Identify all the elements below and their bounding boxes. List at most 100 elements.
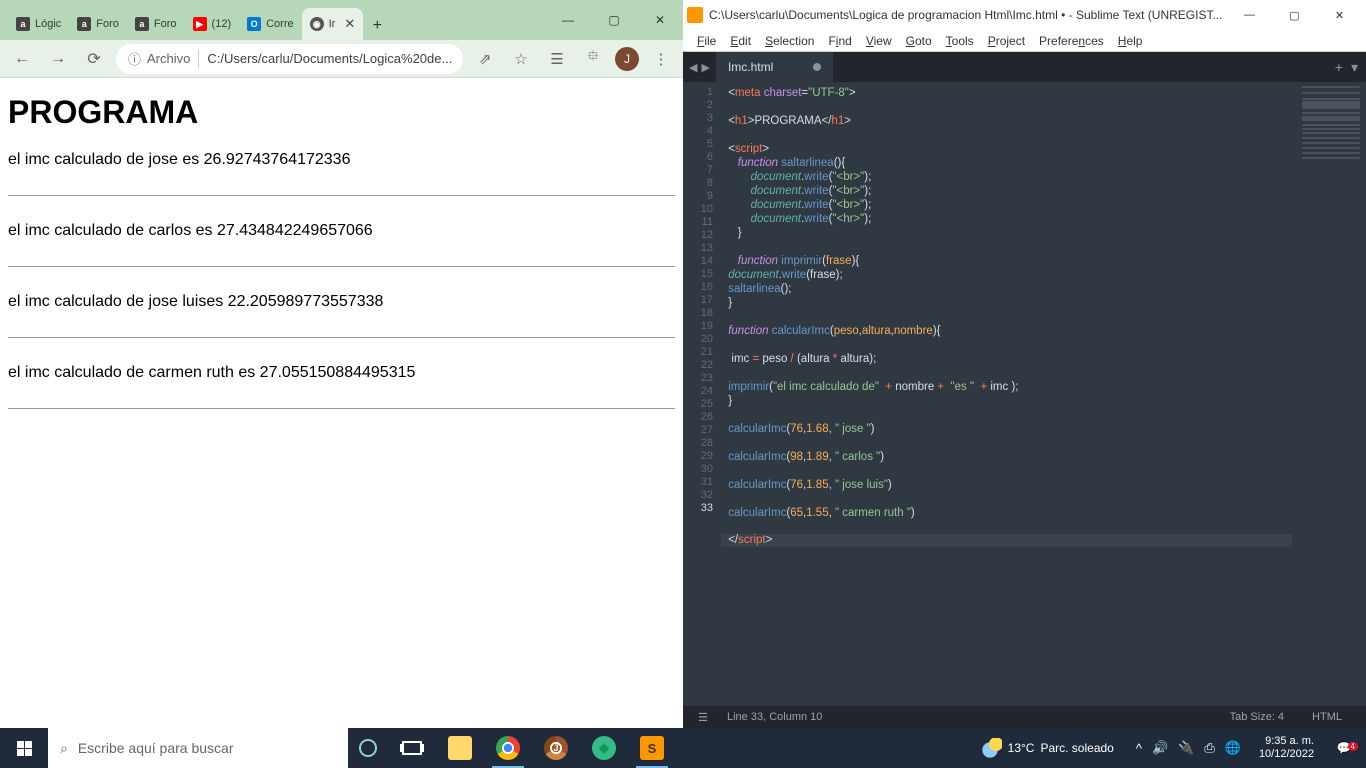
menu-find[interactable]: Find bbox=[822, 32, 857, 50]
new-tab-button[interactable]: + bbox=[363, 12, 391, 40]
explorer-app[interactable] bbox=[436, 728, 484, 768]
browser-tab[interactable]: aLógic bbox=[8, 8, 69, 40]
dirty-indicator-icon bbox=[813, 63, 821, 71]
info-icon: ⓘ bbox=[128, 49, 141, 68]
weather-icon bbox=[982, 738, 1002, 758]
taskbar-search[interactable]: ⌕ Escribe aquí para buscar bbox=[48, 728, 348, 768]
browser-tab[interactable]: aForo bbox=[127, 8, 185, 40]
tab-menu-icon[interactable]: ▾ bbox=[1351, 59, 1358, 76]
weather-widget[interactable]: 13°C Parc. soleado bbox=[972, 738, 1124, 758]
output-line: el imc calculado de carmen ruth es 27.05… bbox=[8, 364, 675, 382]
chrome-profile-app[interactable] bbox=[532, 728, 580, 768]
menu-goto[interactable]: Goto bbox=[900, 32, 938, 50]
cortana-icon bbox=[359, 739, 377, 757]
url-text: C:/Users/carlu/Documents/Logica%20de... bbox=[207, 51, 452, 66]
taskview-button[interactable] bbox=[388, 728, 436, 768]
chrome-window: aLógic aForo aForo ▶(12) OCorre ◉Ir✕ + —… bbox=[0, 0, 683, 728]
tray-display-icon[interactable]: ⎙ bbox=[1204, 740, 1214, 756]
tray-chevron-icon[interactable]: ^ bbox=[1136, 741, 1142, 756]
app-icon: ◆ bbox=[592, 736, 616, 760]
favicon-icon: a bbox=[135, 17, 149, 31]
line-gutter: 1234567891011121314151617181920212223242… bbox=[683, 82, 721, 706]
notification-badge: 4 bbox=[1348, 742, 1358, 751]
notification-center[interactable]: 💬 4 bbox=[1326, 741, 1362, 755]
tray-network-icon[interactable]: 🌐 bbox=[1225, 740, 1241, 756]
reload-button[interactable]: ⟳ bbox=[80, 45, 108, 73]
tray-power-icon[interactable]: 🔌 bbox=[1178, 740, 1194, 756]
window-controls: — ▢ ✕ bbox=[545, 0, 683, 40]
status-language[interactable]: HTML bbox=[1298, 711, 1356, 723]
more-icon[interactable]: ⋮ bbox=[647, 45, 675, 73]
start-button[interactable] bbox=[0, 728, 48, 768]
outlook-icon: O bbox=[247, 17, 261, 31]
new-tab-icon[interactable]: + bbox=[1335, 59, 1343, 75]
maximize-button[interactable]: ▢ bbox=[1272, 0, 1317, 30]
forward-button[interactable]: → bbox=[44, 45, 72, 73]
output-line: el imc calculado de jose luises 22.20598… bbox=[8, 293, 675, 311]
sublime-window: C:\Users\carlu\Documents\Logica de progr… bbox=[683, 0, 1366, 728]
minimize-button[interactable]: — bbox=[545, 0, 591, 40]
close-button[interactable]: ✕ bbox=[1317, 0, 1362, 30]
chrome-icon bbox=[496, 736, 520, 760]
sublime-app[interactable]: S bbox=[628, 728, 676, 768]
editor-body: 1234567891011121314151617181920212223242… bbox=[683, 82, 1366, 706]
clock-date: 10/12/2022 bbox=[1259, 748, 1314, 761]
menu-selection[interactable]: Selection bbox=[759, 32, 820, 50]
address-bar[interactable]: ⓘArchivo C:/Users/carlu/Documents/Logica… bbox=[116, 44, 463, 74]
browser-tab[interactable]: a Foro bbox=[69, 8, 127, 40]
taskbar-apps: ◆ S bbox=[388, 728, 676, 768]
favicon-icon: a bbox=[77, 17, 91, 31]
extensions-icon[interactable]: ⯐ bbox=[579, 45, 607, 73]
back-button[interactable]: ← bbox=[8, 45, 36, 73]
menu-project[interactable]: Project bbox=[982, 32, 1031, 50]
browser-tab[interactable]: OCorre bbox=[239, 8, 302, 40]
explorer-icon bbox=[448, 736, 472, 760]
close-button[interactable]: ✕ bbox=[637, 0, 683, 40]
tab-label: Lógic bbox=[35, 18, 61, 30]
green-app[interactable]: ◆ bbox=[580, 728, 628, 768]
menu-view[interactable]: View bbox=[860, 32, 898, 50]
editor-tab[interactable]: Imc.html bbox=[716, 52, 834, 82]
page-content: PROGRAMA el imc calculado de jose es 26.… bbox=[0, 78, 683, 728]
search-icon: ⌕ bbox=[60, 740, 68, 757]
search-placeholder: Escribe aquí para buscar bbox=[78, 740, 234, 756]
sublime-titlebar: C:\Users\carlu\Documents\Logica de progr… bbox=[683, 0, 1366, 30]
taskbar-clock[interactable]: 9:35 a. m. 10/12/2022 bbox=[1253, 735, 1320, 761]
menu-help[interactable]: Help bbox=[1112, 32, 1149, 50]
cortana-button[interactable] bbox=[348, 728, 388, 768]
weather-temp: 13°C bbox=[1008, 741, 1035, 755]
output-line: el imc calculado de jose es 26.927437641… bbox=[8, 151, 675, 169]
menu-preferences[interactable]: Preferences bbox=[1033, 32, 1110, 50]
menu-file[interactable]: File bbox=[691, 32, 722, 50]
close-tab-icon[interactable]: ✕ bbox=[344, 16, 355, 32]
weather-cond: Parc. soleado bbox=[1040, 741, 1113, 755]
windows-logo-icon bbox=[17, 741, 32, 756]
tray-volume-icon[interactable]: 🔊 bbox=[1152, 740, 1168, 756]
site-info[interactable]: ⓘArchivo bbox=[128, 49, 199, 68]
tab-next-icon[interactable]: ▶ bbox=[701, 61, 709, 74]
browser-tab[interactable]: ▶(12) bbox=[185, 8, 240, 40]
minimap[interactable] bbox=[1296, 82, 1366, 706]
tab-label: Foro bbox=[96, 18, 119, 30]
tab-prev-icon[interactable]: ◀ bbox=[689, 61, 697, 74]
browser-tab-active[interactable]: ◉Ir✕ bbox=[302, 8, 364, 40]
globe-icon: ◉ bbox=[310, 17, 324, 31]
sublime-icon: S bbox=[640, 736, 664, 760]
hr-sep bbox=[8, 408, 675, 409]
menu-edit[interactable]: Edit bbox=[724, 32, 757, 50]
chrome-app[interactable] bbox=[484, 728, 532, 768]
sublime-menubar: File Edit Selection Find View Goto Tools… bbox=[683, 30, 1366, 52]
share-icon[interactable]: ⇗ bbox=[471, 45, 499, 73]
status-panel-icon[interactable]: ☰ bbox=[693, 711, 713, 724]
sublime-logo-icon bbox=[687, 7, 703, 23]
output-line: el imc calculado de carlos es 27.4348422… bbox=[8, 222, 675, 240]
maximize-button[interactable]: ▢ bbox=[591, 0, 637, 40]
code-editor[interactable]: <meta charset="UTF-8"> <h1>PROGRAMA</h1>… bbox=[721, 82, 1296, 706]
profile-avatar[interactable]: J bbox=[615, 47, 639, 71]
reader-icon[interactable]: ☰ bbox=[543, 45, 571, 73]
bookmark-icon[interactable]: ☆ bbox=[507, 45, 535, 73]
minimize-button[interactable]: — bbox=[1227, 0, 1272, 30]
menu-tools[interactable]: Tools bbox=[940, 32, 980, 50]
status-tabsize[interactable]: Tab Size: 4 bbox=[1216, 711, 1298, 723]
page-title: PROGRAMA bbox=[8, 94, 675, 131]
